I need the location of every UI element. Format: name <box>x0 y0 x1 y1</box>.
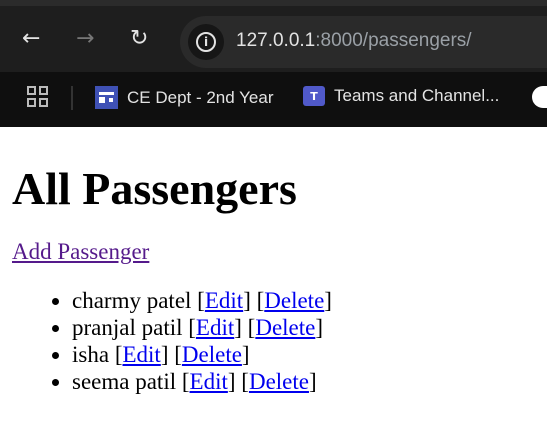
page-title: All Passengers <box>12 163 297 214</box>
teams-icon: T <box>303 86 325 106</box>
edit-link[interactable]: Edit <box>190 369 228 394</box>
bookmarks-separator <box>71 86 73 110</box>
edit-link[interactable]: Edit <box>205 288 243 313</box>
list-item: pranjal patil [Edit] [Delete] <box>72 314 535 341</box>
list-item: seema patil [Edit] [Delete] <box>72 368 535 395</box>
apps-grid-icon[interactable] <box>27 86 48 107</box>
classroom-icon <box>95 86 118 109</box>
delete-link[interactable]: Delete <box>182 342 242 367</box>
passenger-list: charmy patel [Edit] [Delete] pranjal pat… <box>12 287 535 395</box>
address-bar[interactable]: i 127.0.0.1:8000/passengers/ <box>180 16 547 68</box>
passenger-name: isha <box>72 342 110 367</box>
passenger-name: seema patil <box>72 369 177 394</box>
bookmark-label: Teams and Channel... <box>334 86 500 105</box>
add-passenger-link[interactable]: Add Passenger <box>12 239 535 265</box>
page-content: All Passengers Add Passenger charmy pate… <box>0 161 547 395</box>
chatgpt-icon[interactable] <box>532 86 547 108</box>
bookmark-ce-dept[interactable]: CE Dept - 2nd Year <box>95 86 273 109</box>
url-path: :8000/passengers/ <box>315 30 472 51</box>
delete-link[interactable]: Delete <box>249 369 309 394</box>
passenger-name: pranjal patil <box>72 315 183 340</box>
delete-link[interactable]: Delete <box>264 288 324 313</box>
bookmark-label: CE Dept - 2nd Year <box>127 87 274 107</box>
site-info-icon[interactable]: i <box>188 24 224 60</box>
url-host: 127.0.0.1 <box>236 30 316 51</box>
bookmarks-bar: CE Dept - 2nd Year T Teams and Channel..… <box>0 72 547 127</box>
edit-link[interactable]: Edit <box>196 315 234 340</box>
bookmark-teams[interactable]: T Teams and Channel... <box>303 86 499 106</box>
list-item: charmy patel [Edit] [Delete] <box>72 287 535 314</box>
back-button[interactable]: ← <box>22 28 40 50</box>
delete-link[interactable]: Delete <box>255 315 315 340</box>
browser-toolbar: ← → ↻ i 127.0.0.1:8000/passengers/ <box>0 6 547 72</box>
url-text[interactable]: 127.0.0.1:8000/passengers/ <box>236 30 472 52</box>
list-item: isha [Edit] [Delete] <box>72 341 535 368</box>
reload-button[interactable]: ↻ <box>130 28 148 50</box>
edit-link[interactable]: Edit <box>122 342 160 367</box>
forward-button[interactable]: → <box>76 28 94 50</box>
passenger-name: charmy patel <box>72 288 192 313</box>
